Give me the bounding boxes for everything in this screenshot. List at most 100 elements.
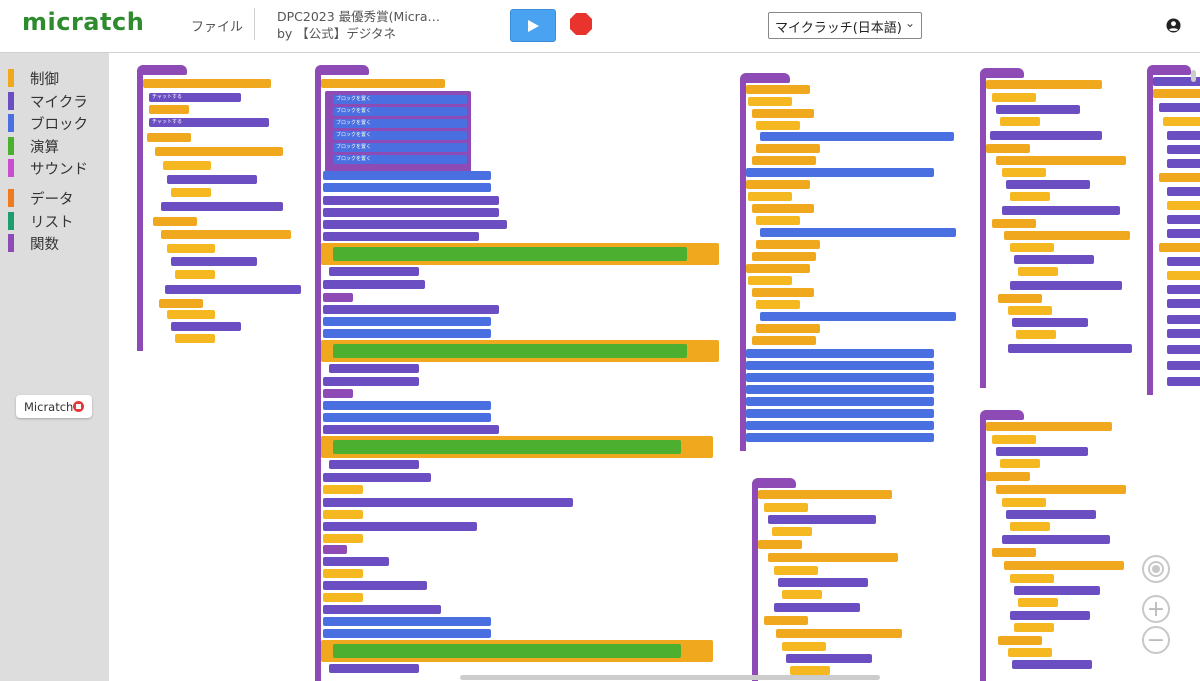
chat-block[interactable] — [323, 280, 425, 289]
repeat-block[interactable] — [748, 97, 792, 106]
language-select[interactable]: マイクラッチ(日本語) ⌄ — [768, 12, 922, 39]
wait-block[interactable] — [790, 666, 830, 675]
if-block[interactable] — [161, 230, 291, 239]
chat-block[interactable] — [323, 498, 573, 507]
chat-block[interactable] — [323, 425, 499, 434]
if-block[interactable] — [1153, 89, 1200, 98]
place-block[interactable]: ブロックを置く — [333, 95, 467, 104]
repeat-until-block[interactable] — [321, 243, 719, 265]
category-sound[interactable]: サウンド — [0, 157, 88, 179]
chat-block[interactable] — [1167, 159, 1200, 168]
function-block-stack[interactable] — [980, 410, 1135, 681]
repeat-block[interactable] — [782, 642, 826, 651]
wait-block[interactable] — [772, 527, 812, 536]
repeat-block[interactable] — [1008, 306, 1052, 315]
run-button[interactable] — [510, 9, 556, 42]
set-variable-block[interactable] — [752, 288, 814, 297]
place-block[interactable] — [746, 373, 934, 382]
function-hat-block[interactable] — [315, 65, 369, 75]
repeat-block[interactable] — [1008, 648, 1052, 657]
chat-block[interactable] — [1159, 103, 1200, 112]
place-block[interactable] — [760, 228, 956, 237]
condition-slot[interactable] — [333, 440, 681, 454]
wait-block[interactable] — [149, 105, 189, 114]
function-block-stack[interactable]: チャットする チャットする — [137, 65, 307, 355]
category-control[interactable]: 制御 — [0, 67, 59, 89]
get-item-block[interactable] — [329, 460, 419, 469]
chat-block[interactable] — [1167, 299, 1200, 308]
wait-block[interactable] — [323, 569, 363, 578]
wait-block[interactable] — [1010, 522, 1050, 531]
stop-icon[interactable] — [569, 12, 593, 36]
if-block[interactable] — [321, 79, 445, 88]
function-hat-block[interactable] — [980, 68, 1024, 78]
place-block[interactable] — [746, 361, 934, 370]
change-variable-block[interactable] — [756, 240, 820, 249]
chat-block[interactable] — [1012, 318, 1088, 327]
chat-block[interactable] — [323, 196, 499, 205]
if-block[interactable] — [768, 553, 898, 562]
repeat-block[interactable] — [774, 566, 818, 575]
if-block[interactable] — [143, 79, 271, 88]
condition-slot[interactable] — [333, 247, 687, 261]
chat-block[interactable] — [1010, 281, 1122, 290]
place-block[interactable]: ブロックを置く — [333, 131, 467, 140]
function-hat-block[interactable] — [740, 73, 790, 83]
chat-block[interactable] — [323, 377, 419, 386]
repeat-block[interactable] — [756, 216, 800, 225]
chat-block[interactable] — [323, 220, 507, 229]
wait-block[interactable] — [323, 593, 363, 602]
repeat-until-block[interactable] — [321, 436, 713, 458]
category-operators[interactable]: 演算 — [0, 135, 59, 157]
chat-block[interactable] — [1167, 187, 1200, 196]
chat-block[interactable] — [161, 202, 283, 211]
repeat-block[interactable] — [748, 276, 792, 285]
change-variable-block[interactable] — [752, 336, 816, 345]
chat-block[interactable] — [1010, 611, 1090, 620]
get-item-block[interactable] — [329, 364, 419, 373]
place-block[interactable] — [323, 329, 491, 338]
wait-block[interactable] — [1016, 330, 1056, 339]
change-variable-block[interactable] — [752, 156, 816, 165]
repeat-block[interactable] — [1163, 117, 1200, 126]
repeat-block[interactable] — [992, 93, 1036, 102]
function-block-stack[interactable] — [980, 68, 1135, 388]
chat-block[interactable] — [1167, 285, 1200, 294]
place-block[interactable]: ブロックを置く — [333, 119, 467, 128]
place-block[interactable] — [746, 168, 934, 177]
function-hat-block[interactable] — [137, 65, 187, 75]
repeat-block[interactable] — [163, 161, 211, 170]
chat-block[interactable] — [1002, 535, 1110, 544]
chat-block[interactable] — [171, 322, 241, 331]
if-block[interactable] — [996, 485, 1126, 494]
chat-block[interactable] — [768, 515, 876, 524]
chat-block[interactable] — [1014, 586, 1100, 595]
vertical-scrollbar[interactable] — [1191, 70, 1196, 82]
place-block[interactable]: ブロックを置く — [333, 107, 467, 116]
if-block[interactable] — [1159, 173, 1200, 182]
function-block-stack[interactable]: ブロックを置く ブロックを置く ブロックを置く ブロックを置く ブロックを置く … — [315, 65, 725, 681]
chat-block[interactable] — [323, 208, 499, 217]
chat-block[interactable] — [1008, 344, 1132, 353]
place-block[interactable] — [746, 409, 934, 418]
repeat-block[interactable] — [1167, 271, 1200, 280]
get-item-block[interactable] — [329, 664, 419, 673]
if-block[interactable] — [986, 422, 1112, 431]
chat-block[interactable] — [1002, 206, 1120, 215]
category-minecraft[interactable]: マイクラ — [0, 90, 88, 112]
if-block[interactable] — [758, 490, 892, 499]
place-block[interactable]: ブロックを置く — [333, 143, 467, 152]
place-block[interactable] — [746, 397, 934, 406]
repeat-block[interactable] — [756, 121, 800, 130]
repeat-block[interactable] — [167, 244, 215, 253]
chat-block[interactable] — [165, 285, 301, 294]
chat-block[interactable] — [1167, 377, 1200, 386]
chat-block[interactable] — [996, 447, 1088, 456]
category-block[interactable]: ブロック — [0, 112, 88, 134]
function-hat-block[interactable] — [1147, 65, 1191, 75]
chat-block[interactable] — [774, 603, 860, 612]
place-block[interactable] — [323, 183, 491, 192]
place-block[interactable]: ブロックを置く — [333, 155, 467, 164]
wait-block[interactable] — [1000, 459, 1040, 468]
function-hat-block[interactable] — [752, 478, 796, 488]
